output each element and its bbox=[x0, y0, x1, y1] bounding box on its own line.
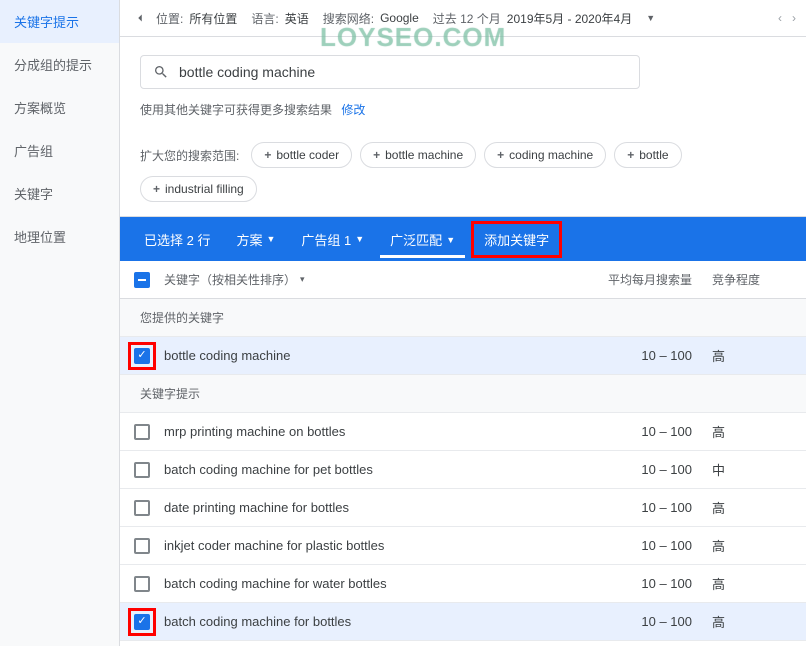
table-header: 关键字（按相关性排序） ▾ 平均每月搜索量 竞争程度 bbox=[120, 261, 806, 299]
language-label: 语言: bbox=[251, 10, 278, 27]
competition-cell: 高 bbox=[712, 346, 792, 365]
row-checkbox[interactable] bbox=[134, 576, 150, 592]
section-ideas: 关键字提示 bbox=[120, 375, 806, 413]
plus-icon: + bbox=[264, 148, 271, 162]
network-label: 搜索网络: bbox=[323, 10, 374, 27]
network-value[interactable]: Google bbox=[380, 11, 419, 25]
table-row: inkjet coder machine for plastic bottles… bbox=[120, 527, 806, 565]
topbar: 位置: 所有位置 语言: 英语 搜索网络: Google 过去 12 个月 20… bbox=[120, 0, 806, 37]
hint-row: 使用其他关键字可获得更多搜索结果 修改 bbox=[120, 97, 806, 132]
keyword-cell: bottle coding machine bbox=[164, 348, 582, 363]
expand-row: 扩大您的搜索范围: + bottle coder + bottle machine… bbox=[120, 132, 806, 217]
chevron-down-icon: ▼ bbox=[355, 234, 364, 244]
row-checkbox[interactable] bbox=[134, 424, 150, 440]
plus-icon: + bbox=[373, 148, 380, 162]
col-volume[interactable]: 平均每月搜索量 bbox=[582, 271, 692, 288]
volume-cell: 10 – 100 bbox=[582, 500, 692, 515]
keyword-cell: date printing machine for bottles bbox=[164, 500, 582, 515]
date-value[interactable]: 2019年5月 - 2020年4月 bbox=[507, 10, 632, 27]
chevron-down-icon: ▼ bbox=[446, 235, 455, 245]
competition-cell: 高 bbox=[712, 574, 792, 593]
table-row: ✓ bottle coding machine10 – 100 高 bbox=[120, 337, 806, 375]
table-row: mrp printing machine on bottles10 – 100 高 bbox=[120, 413, 806, 451]
col-keyword[interactable]: 关键字（按相关性排序） ▾ bbox=[164, 271, 582, 288]
edit-link[interactable]: 修改 bbox=[341, 103, 365, 117]
chevron-down-icon: ▼ bbox=[266, 234, 275, 244]
expand-label: 扩大您的搜索范围: bbox=[140, 147, 239, 164]
match-dropdown[interactable]: 广泛匹配 ▼ bbox=[380, 220, 465, 258]
action-bar: 已选择 2 行 方案 ▼ 广告组 1 ▼ 广泛匹配 ▼ 添加关键字 bbox=[120, 217, 806, 261]
keyword-cell: mrp printing machine on bottles bbox=[164, 424, 582, 439]
keyword-cell: inkjet coder machine for plastic bottles bbox=[164, 538, 582, 553]
prev-icon[interactable]: ‹ bbox=[778, 11, 782, 25]
chevron-down-icon[interactable]: ▼ bbox=[646, 13, 655, 23]
competition-cell: 高 bbox=[712, 498, 792, 517]
expand-chip[interactable]: + coding machine bbox=[484, 142, 606, 168]
sidebar-item[interactable]: 广告组 bbox=[0, 129, 119, 172]
col-competition[interactable]: 竞争程度 bbox=[712, 271, 792, 288]
date-prefix: 过去 12 个月 bbox=[433, 10, 501, 27]
table-row: ✓ batch coding machine for bottles10 – 10… bbox=[120, 603, 806, 641]
table-row: batch coding machine for pet bottles10 –… bbox=[120, 451, 806, 489]
row-checkbox[interactable] bbox=[134, 500, 150, 516]
section-provided: 您提供的关键字 bbox=[120, 299, 806, 337]
plus-icon: + bbox=[497, 148, 504, 162]
competition-cell: 高 bbox=[712, 612, 792, 631]
search-input[interactable] bbox=[179, 64, 627, 80]
plus-icon: + bbox=[153, 182, 160, 196]
expand-chip[interactable]: + bottle machine bbox=[360, 142, 476, 168]
expand-chip[interactable]: + industrial filling bbox=[140, 176, 257, 202]
location-label: 位置: bbox=[156, 10, 183, 27]
volume-cell: 10 – 100 bbox=[582, 424, 692, 439]
volume-cell: 10 – 100 bbox=[582, 538, 692, 553]
keyword-cell: batch coding machine for pet bottles bbox=[164, 462, 582, 477]
main: 位置: 所有位置 语言: 英语 搜索网络: Google 过去 12 个月 20… bbox=[120, 0, 806, 646]
table-row: date printing machine for bottles10 – 10… bbox=[120, 489, 806, 527]
location-value[interactable]: 所有位置 bbox=[189, 10, 237, 27]
competition-cell: 高 bbox=[712, 422, 792, 441]
row-checkbox[interactable]: ✓ bbox=[134, 348, 150, 364]
add-keyword-button[interactable]: 添加关键字 bbox=[471, 221, 562, 258]
table-row: batch coding machine for water bottles10… bbox=[120, 565, 806, 603]
volume-cell: 10 – 100 bbox=[582, 348, 692, 363]
row-checkbox[interactable] bbox=[134, 462, 150, 478]
expand-chip[interactable]: + bottle coder bbox=[251, 142, 352, 168]
row-checkbox[interactable] bbox=[134, 538, 150, 554]
sidebar-item[interactable]: 方案概览 bbox=[0, 86, 119, 129]
sidebar-item[interactable]: 地理位置 bbox=[0, 215, 119, 258]
plan-dropdown[interactable]: 方案 ▼ bbox=[226, 222, 285, 257]
keyword-cell: batch coding machine for water bottles bbox=[164, 576, 582, 591]
hint-text: 使用其他关键字可获得更多搜索结果 bbox=[140, 103, 332, 117]
search-icon bbox=[153, 64, 169, 80]
row-checkbox[interactable]: ✓ bbox=[134, 614, 150, 630]
expand-chip[interactable]: + bottle bbox=[614, 142, 681, 168]
next-icon[interactable]: › bbox=[792, 11, 796, 25]
competition-cell: 高 bbox=[712, 536, 792, 555]
search-row bbox=[120, 37, 806, 97]
language-value[interactable]: 英语 bbox=[285, 10, 309, 27]
chevron-down-icon: ▾ bbox=[300, 274, 305, 285]
keyword-cell: batch coding machine for bottles bbox=[164, 614, 582, 629]
search-box[interactable] bbox=[140, 55, 640, 89]
plus-icon: + bbox=[627, 148, 634, 162]
volume-cell: 10 – 100 bbox=[582, 614, 692, 629]
table-body: 您提供的关键字 ✓bottle coding machine10 – 100高 … bbox=[120, 299, 806, 646]
volume-cell: 10 – 100 bbox=[582, 576, 692, 591]
selected-count: 已选择 2 行 bbox=[134, 222, 220, 257]
sidebar-item[interactable]: 分成组的提示 bbox=[0, 43, 119, 86]
adgroup-dropdown[interactable]: 广告组 1 ▼ bbox=[291, 222, 374, 257]
select-all-checkbox[interactable] bbox=[134, 272, 150, 288]
table-row: date coder for bottles10 – 100高 bbox=[120, 641, 806, 646]
sidebar-item[interactable]: 关键字 bbox=[0, 172, 119, 215]
competition-cell: 中 bbox=[712, 460, 792, 479]
sidebar: 关键字提示分成组的提示方案概览广告组关键字地理位置 bbox=[0, 0, 120, 646]
volume-cell: 10 – 100 bbox=[582, 462, 692, 477]
sidebar-item[interactable]: 关键字提示 bbox=[0, 0, 119, 43]
collapse-icon[interactable] bbox=[130, 8, 150, 28]
